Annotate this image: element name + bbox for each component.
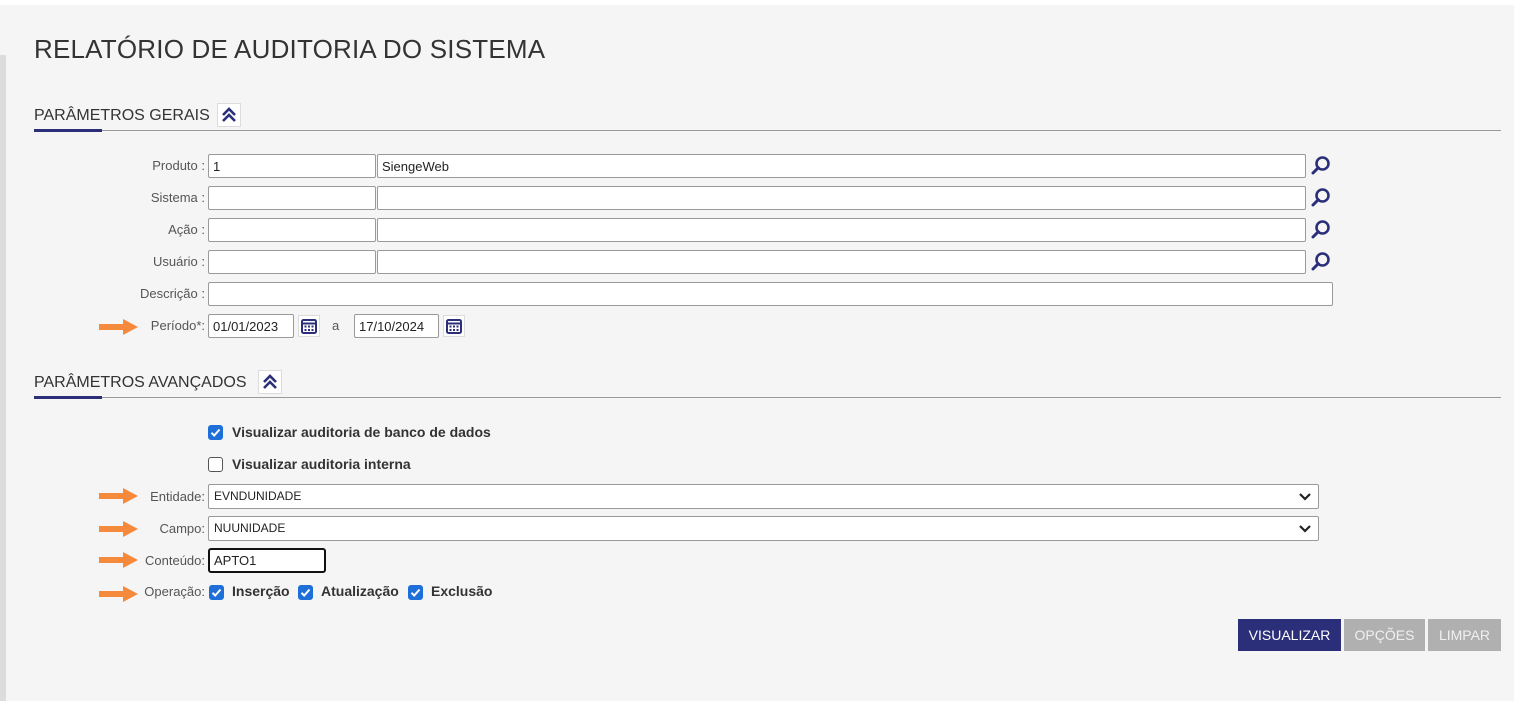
section-accent <box>34 129 102 132</box>
magnifier-icon <box>1311 156 1330 175</box>
limpar-button[interactable]: LIMPAR <box>1428 619 1501 651</box>
usuario-name-input[interactable] <box>377 250 1306 274</box>
operacao-exclusao-checkbox[interactable] <box>408 585 423 600</box>
sistema-code-input[interactable] <box>208 186 376 210</box>
operacao-exclusao-label[interactable]: Exclusão <box>431 582 492 600</box>
calendar-icon <box>446 319 462 334</box>
conteudo-input[interactable] <box>208 548 326 573</box>
sistema-label: Sistema : <box>150 190 205 205</box>
acao-name-input[interactable] <box>377 218 1306 242</box>
collapse-advanced-button[interactable] <box>258 370 282 394</box>
operacao-atualizacao-checkbox[interactable] <box>298 585 313 600</box>
periodo-end-input[interactable] <box>354 314 439 338</box>
entidade-select[interactable]: EVNDUNIDADE <box>208 484 1319 509</box>
check-icon <box>410 588 421 597</box>
campo-select[interactable]: NUUNIDADE <box>208 516 1319 541</box>
produto-search-button[interactable] <box>1309 154 1333 178</box>
chevron-double-up-icon <box>222 107 236 122</box>
usuario-code-input[interactable] <box>208 250 376 274</box>
top-strip <box>0 0 1514 5</box>
periodo-label: Período*: <box>150 318 205 333</box>
entidade-selected-value: EVNDUNIDADE <box>214 489 302 503</box>
left-scroll-edge <box>0 55 6 701</box>
db-audit-checkbox[interactable] <box>208 425 223 440</box>
periodo-start-input[interactable] <box>208 314 294 338</box>
page-title: RELATÓRIO DE AUDITORIA DO SISTEMA <box>34 34 546 64</box>
sistema-name-input[interactable] <box>377 186 1306 210</box>
magnifier-icon <box>1311 188 1330 207</box>
check-icon <box>210 428 221 437</box>
chevron-double-up-icon <box>263 374 277 389</box>
acao-code-input[interactable] <box>208 218 376 242</box>
operacao-insercao-label[interactable]: Inserção <box>232 582 290 600</box>
visualizar-button[interactable]: VISUALIZAR <box>1238 619 1341 651</box>
produto-name-input[interactable] <box>377 154 1306 178</box>
conteudo-label: Conteúdo: <box>145 553 205 568</box>
check-icon <box>300 588 311 597</box>
campo-selected-value: NUUNIDADE <box>214 521 286 535</box>
descricao-input[interactable] <box>208 282 1333 306</box>
entidade-label: Entidade: <box>150 489 205 504</box>
magnifier-icon <box>1311 220 1330 239</box>
campo-label: Campo: <box>159 521 205 536</box>
db-audit-label[interactable]: Visualizar auditoria de banco de dados <box>232 423 491 441</box>
operacao-label: Operação: <box>144 584 205 599</box>
descricao-label: Descrição : <box>139 286 205 301</box>
operacao-atualizacao-label[interactable]: Atualização <box>321 582 399 600</box>
collapse-general-button[interactable] <box>217 103 241 127</box>
check-icon <box>211 588 222 597</box>
advanced-params-title: PARÂMETROS AVANÇADOS <box>34 374 247 391</box>
internal-audit-checkbox[interactable] <box>208 457 223 472</box>
periodo-end-calendar-button[interactable] <box>443 315 465 337</box>
magnifier-icon <box>1311 252 1330 271</box>
usuario-search-button[interactable] <box>1309 250 1333 274</box>
periodo-start-calendar-button[interactable] <box>298 315 320 337</box>
sistema-search-button[interactable] <box>1309 186 1333 210</box>
internal-audit-label[interactable]: Visualizar auditoria interna <box>232 455 411 473</box>
usuario-label: Usuário : <box>152 254 205 269</box>
acao-label: Ação : <box>168 222 205 237</box>
periodo-separator: a <box>332 318 340 333</box>
general-params-title: PARÂMETROS GERAIS <box>34 107 210 124</box>
section-divider <box>34 397 1501 398</box>
acao-search-button[interactable] <box>1309 218 1333 242</box>
general-params-header: PARÂMETROS GERAIS <box>34 103 1501 132</box>
chevron-down-icon <box>1299 525 1311 533</box>
advanced-params-header: PARÂMETROS AVANÇADOS <box>34 370 1501 399</box>
section-accent <box>34 396 102 399</box>
produto-code-input[interactable] <box>208 154 376 178</box>
calendar-icon <box>301 319 317 334</box>
opcoes-button[interactable]: OPÇÕES <box>1344 619 1425 651</box>
section-divider <box>34 130 1501 131</box>
operacao-insercao-checkbox[interactable] <box>209 585 224 600</box>
chevron-down-icon <box>1299 493 1311 501</box>
produto-label: Produto : <box>152 158 205 173</box>
